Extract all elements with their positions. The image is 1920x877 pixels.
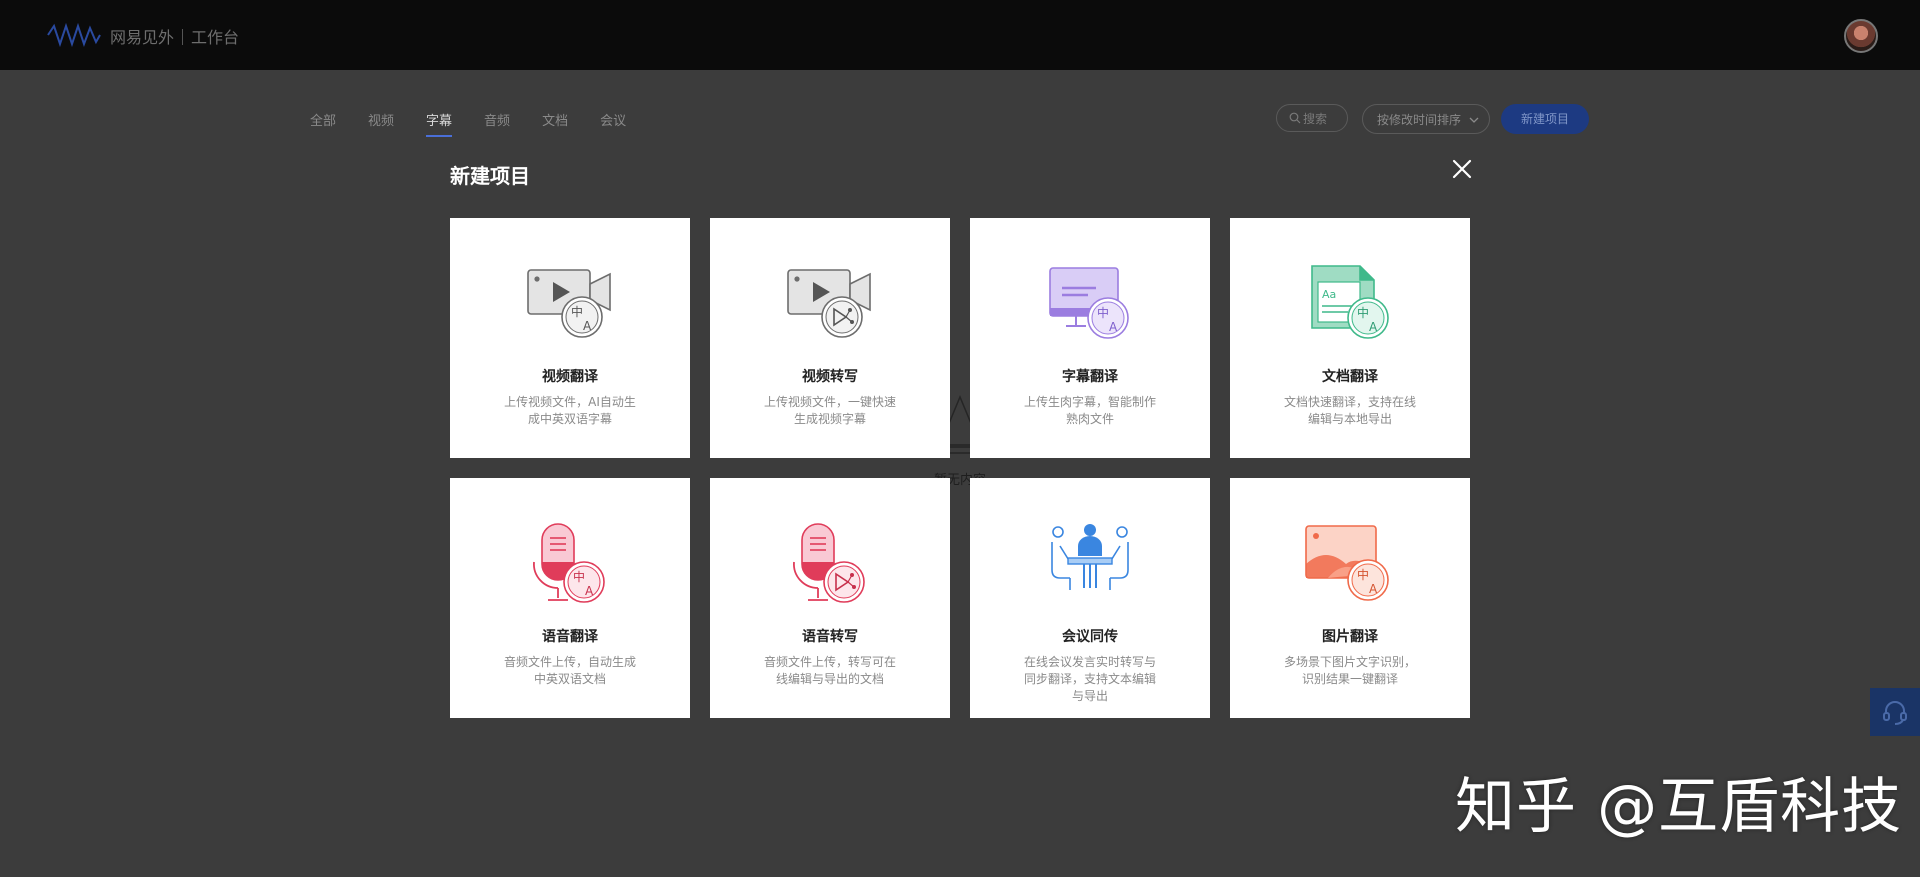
svg-text:中: 中 [1357, 305, 1369, 320]
chevron-down-icon [1469, 117, 1479, 123]
tab-meeting[interactable]: 会议 [600, 110, 626, 137]
card-description: 音频文件上传，自动生成中英双语文档 [503, 655, 636, 686]
search-box[interactable]: 搜索 [1276, 104, 1348, 132]
card-audio-transcribe[interactable]: 语音转写 音频文件上传，转写可在线编辑与导出的文档 [710, 478, 950, 718]
card-description: 上传视频文件，AI自动生成中英双语字幕 [504, 395, 636, 426]
card-description: 音频文件上传，转写可在线编辑与导出的文档 [763, 655, 896, 686]
video-transcribe-icon [787, 269, 871, 338]
card-video-translate[interactable]: 中 A 视频翻译 上传视频文件，AI自动生成中英双语字幕 [450, 218, 690, 458]
brand-name: 网易见外 [110, 28, 175, 47]
card-subtitle-translate[interactable]: 中 A 字幕翻译 上传生肉字幕，智能制作熟肉文件 [970, 218, 1210, 458]
card-description: 在线会议发言实时转写与同步翻译，支持文本编辑与导出 [1023, 655, 1156, 703]
video-translate-icon: 中 A [527, 269, 611, 338]
tab-video[interactable]: 视频 [368, 110, 394, 137]
svg-text:A: A [1369, 320, 1378, 334]
document-translate-icon: Aa 中 A [1311, 265, 1389, 339]
new-project-button[interactable]: 新建项目 [1501, 104, 1589, 134]
card-title: 视频转写 [802, 369, 858, 385]
avatar[interactable] [1844, 19, 1878, 53]
brand[interactable]: 网易见外 工作台 [110, 24, 239, 48]
card-title: 视频翻译 [542, 369, 598, 385]
workspace-label: 工作台 [191, 28, 240, 47]
subtitle-translate-icon: 中 A [1049, 267, 1129, 339]
audio-transcribe-icon [793, 523, 865, 603]
tab-all[interactable]: 全部 [310, 110, 336, 137]
card-document-translate[interactable]: Aa 中 A 文档翻译 文档快速翻译，支持在线编辑与本地导出 [1230, 218, 1470, 458]
svg-text:A: A [1369, 582, 1378, 596]
sort-label: 按修改时间排序 [1377, 113, 1462, 127]
svg-text:中: 中 [573, 569, 585, 584]
tab-audio[interactable]: 音频 [484, 110, 510, 137]
card-title: 语音翻译 [542, 629, 598, 645]
tab-document[interactable]: 文档 [542, 110, 568, 137]
svg-text:中: 中 [1097, 305, 1109, 320]
svg-text:Aa: Aa [1322, 288, 1336, 301]
card-description: 上传生肉字幕，智能制作熟肉文件 [1023, 395, 1156, 426]
svg-text:中: 中 [571, 304, 583, 319]
meeting-interpret-icon [1051, 524, 1129, 590]
svg-text:中: 中 [1357, 567, 1369, 582]
headset-icon [1883, 701, 1907, 725]
search-icon [1289, 112, 1301, 124]
card-description: 上传视频文件，一键快速生成视频字幕 [763, 395, 896, 426]
card-audio-translate[interactable]: 中 A 语音翻译 音频文件上传，自动生成中英双语文档 [450, 478, 690, 718]
card-description: 文档快速翻译，支持在线编辑与本地导出 [1283, 395, 1416, 426]
svg-text:A: A [583, 319, 592, 333]
audio-translate-icon: 中 A [533, 523, 605, 603]
customer-support-button[interactable] [1870, 688, 1920, 736]
modal-title: 新建项目 [450, 164, 530, 188]
top-bar: 网易见外 工作台 [0, 0, 1920, 70]
image-translate-icon: 中 A [1305, 525, 1389, 601]
card-video-transcribe[interactable]: 视频转写 上传视频文件，一键快速生成视频字幕 [710, 218, 950, 458]
card-meeting-interpret[interactable]: 会议同传 在线会议发言实时转写与同步翻译，支持文本编辑与导出 [970, 478, 1210, 718]
project-type-grid: 中 A 视频翻译 上传视频文件，AI自动生成中英双语字幕 视频转写 上传视频文件… [450, 218, 1470, 718]
svg-text:A: A [585, 584, 594, 598]
card-title: 图片翻译 [1322, 629, 1378, 645]
tab-subtitle[interactable]: 字幕 [426, 110, 453, 137]
card-image-translate[interactable]: 中 A 图片翻译 多场景下图片文字识别，识别结果一键翻译 [1230, 478, 1470, 718]
project-type-tabs: 全部 视频 字幕 音频 文档 会议 [310, 110, 658, 137]
watermark: 知乎 @互盾科技 [1455, 772, 1903, 842]
sort-dropdown[interactable]: 按修改时间排序 [1362, 104, 1490, 134]
close-icon[interactable] [1451, 158, 1473, 180]
svg-text:A: A [1109, 320, 1118, 334]
brand-divider [182, 29, 184, 45]
logo-wave-icon [47, 22, 101, 48]
search-label: 搜索 [1303, 112, 1328, 126]
card-description: 多场景下图片文字识别，识别结果一键翻译 [1283, 655, 1416, 686]
card-title: 语音转写 [802, 629, 858, 645]
card-title: 会议同传 [1062, 629, 1118, 645]
card-title: 文档翻译 [1322, 369, 1378, 385]
card-title: 字幕翻译 [1062, 369, 1118, 385]
